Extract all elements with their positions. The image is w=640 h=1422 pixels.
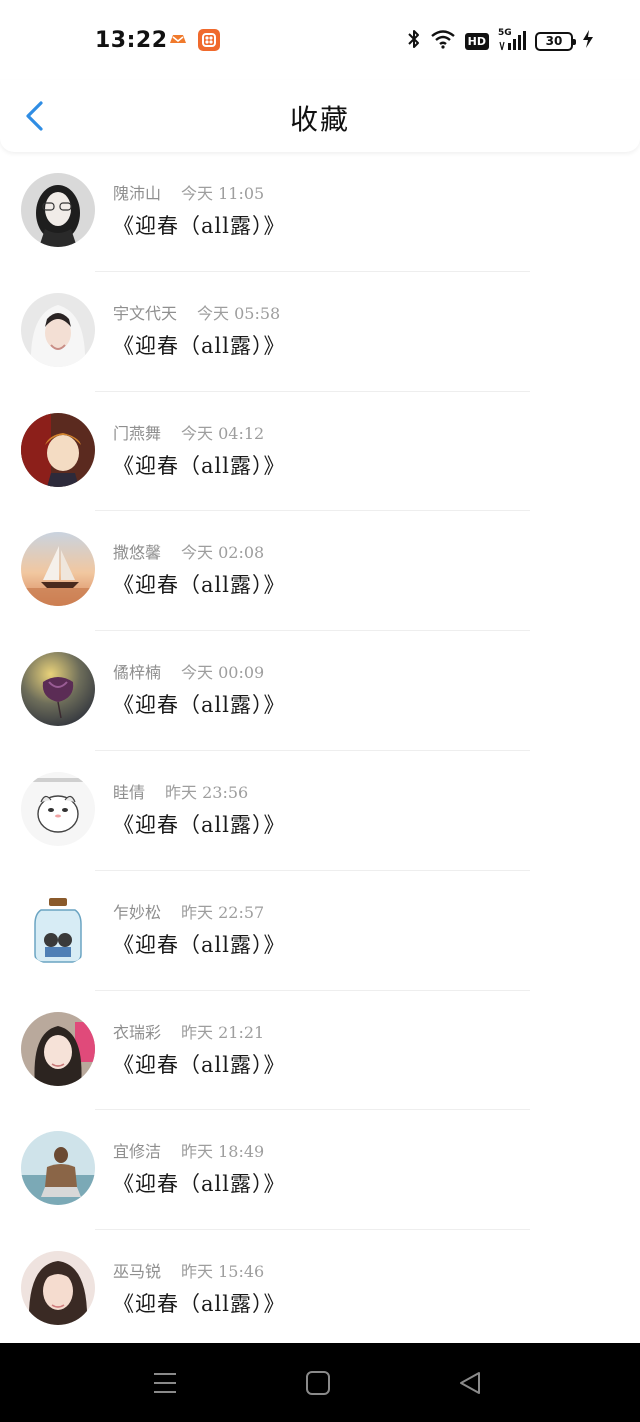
list-item[interactable]: 僪梓楠 今天 00:09 《迎春（all露）》: [0, 631, 640, 751]
item-title: 《迎春（all露）》: [113, 812, 286, 837]
status-time: 13:22: [95, 28, 168, 53]
author-name: 僪梓楠: [113, 663, 162, 683]
item-title: 《迎春（all露）》: [113, 1172, 286, 1197]
hd-badge: HD: [464, 32, 489, 50]
status-bar: 13:22 HD 5G 30: [0, 0, 640, 80]
list-item[interactable]: 宜修洁 昨天 18:49 《迎春（all露）》: [0, 1110, 640, 1231]
item-title: 《迎春（all露）》: [113, 573, 286, 598]
author-name: 撒悠馨: [113, 543, 162, 563]
author-name: 宇文代天: [113, 303, 178, 323]
author-name: 乍妙松: [113, 902, 162, 922]
item-meta: 隗沛山 今天 11:05: [113, 180, 264, 204]
item-title: 《迎春（all露）》: [113, 453, 286, 478]
item-meta: 巫马锐 昨天 15:46: [113, 1258, 264, 1282]
back-triangle-icon: [460, 1372, 480, 1394]
item-meta: 乍妙松 昨天 22:57: [113, 899, 264, 923]
item-time: 今天 11:05: [181, 184, 265, 203]
list-item[interactable]: 眭倩 昨天 23:56 《迎春（all露）》: [0, 751, 640, 871]
avatar[interactable]: [21, 412, 95, 487]
item-time: 昨天 22:57: [181, 902, 265, 922]
status-icons: HD 5G 30: [407, 28, 594, 54]
list-item[interactable]: 宇文代天 今天 05:58 《迎春（all露）》: [0, 272, 640, 392]
home-button[interactable]: [303, 1369, 333, 1397]
header: 收藏: [0, 80, 640, 152]
avatar[interactable]: [21, 891, 95, 966]
item-time: 今天 05:58: [197, 303, 281, 323]
item-title: 《迎春（all露）》: [113, 1292, 286, 1317]
item-title: 《迎春（all露）》: [113, 214, 286, 238]
author-name: 宜修洁: [113, 1142, 162, 1162]
list-item[interactable]: 门燕舞 今天 04:12 《迎春（all露）》: [0, 392, 640, 512]
avatar[interactable]: [21, 771, 95, 846]
item-time: 昨天 21:21: [181, 1022, 265, 1042]
avatar[interactable]: [21, 292, 95, 367]
wifi-icon: [430, 29, 456, 53]
item-time: 昨天 18:49: [181, 1142, 265, 1162]
avatar[interactable]: [21, 1131, 95, 1206]
menu-button[interactable]: [150, 1369, 180, 1397]
author-name: 巫马锐: [113, 1262, 162, 1282]
charging-icon: [582, 29, 594, 53]
menu-icon: [154, 1373, 176, 1393]
list-item[interactable]: 衣瑞彩 昨天 21:21 《迎春（all露）》: [0, 991, 640, 1111]
item-meta: 门燕舞 今天 04:12: [113, 420, 264, 444]
avatar[interactable]: [21, 532, 95, 607]
author-name: 门燕舞: [113, 423, 162, 443]
item-meta: 衣瑞彩 昨天 21:21: [113, 1019, 264, 1043]
list-item[interactable]: 乍妙松 昨天 22:57 《迎春（all露）》: [0, 871, 640, 991]
bluetooth-icon: [407, 28, 421, 54]
item-meta: 宇文代天 今天 05:58: [113, 300, 280, 324]
avatar[interactable]: [21, 173, 95, 247]
game-app-icon: [168, 31, 188, 47]
item-title: 《迎春（all露）》: [113, 932, 286, 957]
item-meta: 眭倩 昨天 23:56: [113, 779, 248, 803]
avatar[interactable]: [21, 1251, 95, 1326]
item-title: 《迎春（all露）》: [113, 693, 286, 718]
avatar[interactable]: [21, 652, 95, 727]
item-time: 今天 04:12: [181, 423, 265, 443]
item-time: 昨天 15:46: [181, 1262, 265, 1282]
page-title: 收藏: [289, 103, 350, 136]
author-name: 隗沛山: [113, 184, 162, 203]
item-title: 《迎春（all露）》: [113, 333, 286, 358]
author-name: 眭倩: [113, 782, 146, 802]
system-nav-bar: [0, 1343, 640, 1422]
item-time: 今天 02:08: [181, 543, 265, 563]
list-item[interactable]: 隗沛山 今天 11:05 《迎春（all露）》: [0, 152, 640, 272]
item-meta: 宜修洁 昨天 18:49: [113, 1138, 264, 1162]
avatar[interactable]: [21, 1011, 95, 1086]
home-icon: [306, 1371, 330, 1395]
orange-app-icon: [198, 29, 220, 51]
back-nav-button[interactable]: [455, 1369, 485, 1397]
item-meta: 撒悠馨 今天 02:08: [113, 539, 264, 563]
signal-icon: 5G: [498, 28, 526, 52]
item-time: 昨天 23:56: [165, 782, 249, 802]
author-name: 衣瑞彩: [113, 1022, 162, 1042]
item-title: 《迎春（all露）》: [113, 1052, 286, 1077]
list-item[interactable]: 巫马锐 昨天 15:46 《迎春（all露）》: [0, 1230, 640, 1350]
item-time: 今天 00:09: [181, 663, 265, 683]
list-item[interactable]: 撒悠馨 今天 02:08 《迎春（all露）》: [0, 511, 640, 632]
favorites-list: 隗沛山 今天 11:05 《迎春（all露）》 宇文代天 今天 05:58 《迎…: [0, 152, 640, 1350]
item-meta: 僪梓楠 今天 00:09: [113, 659, 264, 683]
battery-icon: 30: [535, 31, 576, 51]
